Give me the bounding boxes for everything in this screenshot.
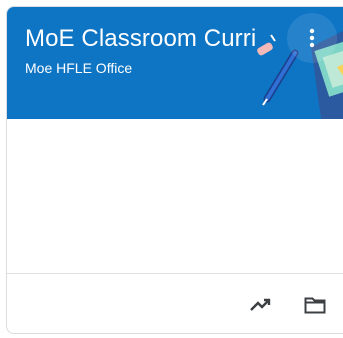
folder-icon: [304, 297, 326, 314]
trending-up-icon: [250, 298, 271, 311]
card-divider: [7, 273, 343, 274]
open-gradebook-button[interactable]: [243, 287, 279, 323]
class-title[interactable]: MoE Classroom Curri: [25, 25, 265, 53]
class-card[interactable]: MoE Classroom Curri Moe HFLE Office: [6, 6, 343, 334]
class-subtitle: Moe HFLE Office: [25, 60, 133, 76]
more-vert-icon: [309, 28, 315, 48]
class-card-header[interactable]: MoE Classroom Curri Moe HFLE Office: [7, 7, 343, 119]
open-folder-button[interactable]: [297, 287, 333, 323]
more-options-button[interactable]: [287, 13, 337, 63]
